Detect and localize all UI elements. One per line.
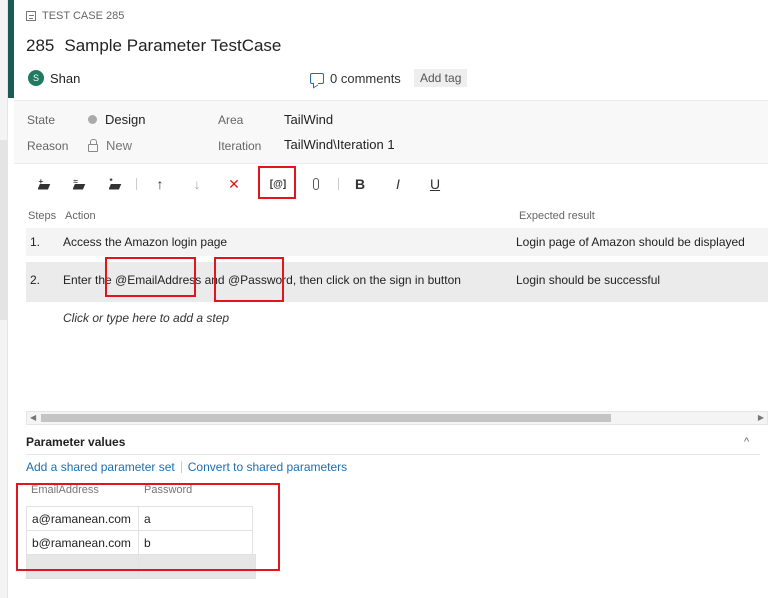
reason-field: New: [88, 138, 132, 153]
toolbar-divider: [338, 178, 339, 190]
step-number: 2.: [30, 273, 41, 287]
comments-link[interactable]: 0 comments: [310, 71, 401, 86]
left-strip: [0, 0, 14, 598]
insert-parameter-button[interactable]: [@]: [268, 174, 288, 194]
col-expected: Expected result: [519, 210, 595, 222]
create-shared-steps-button[interactable]: *: [105, 174, 125, 194]
param-cell[interactable]: b@ramanean.com: [26, 530, 139, 555]
param-cell[interactable]: a@ramanean.com: [26, 506, 139, 531]
step-number: 1.: [30, 235, 41, 249]
state-value: Design: [105, 112, 146, 127]
work-item-title-text[interactable]: Sample Parameter TestCase: [64, 36, 281, 55]
insert-step-icon: +: [37, 177, 51, 190]
add-tag-button[interactable]: Add tag: [414, 69, 468, 87]
step-action[interactable]: Access the Amazon login page: [63, 235, 227, 249]
action-text-post: , then click on the sign in button: [292, 273, 461, 287]
reason-label: Reason: [27, 139, 69, 153]
work-item-title[interactable]: 285 Sample Parameter TestCase: [26, 36, 281, 56]
parameter-actions: Add a shared parameter set Convert to sh…: [26, 460, 347, 474]
param-header-password: Password: [144, 484, 193, 496]
work-item-id: 285: [26, 36, 55, 55]
insert-shared-steps-button[interactable]: ≈: [69, 174, 89, 194]
param-cell-empty[interactable]: [26, 554, 139, 579]
assignee[interactable]: S Shan: [28, 70, 80, 86]
work-item-type: TEST CASE 285: [26, 10, 124, 22]
col-action: Action: [65, 210, 96, 222]
divider: [26, 454, 760, 455]
comment-icon: [310, 73, 324, 84]
param-header-email: EmailAddress: [31, 484, 99, 496]
italic-button[interactable]: I: [388, 174, 408, 194]
toolbar-divider: [136, 178, 137, 190]
scroll-left-icon[interactable]: ◀: [30, 412, 36, 424]
step-expected[interactable]: Login should be successful: [516, 273, 660, 287]
comments-count: 0 comments: [330, 71, 401, 86]
test-case-icon: [26, 11, 36, 21]
convert-to-shared-parameters-link[interactable]: Convert to shared parameters: [188, 460, 347, 474]
avatar: S: [28, 70, 44, 86]
bold-button[interactable]: B: [350, 174, 370, 194]
step-expected[interactable]: Login page of Amazon should be displayed: [516, 235, 745, 249]
add-shared-parameter-set-link[interactable]: Add a shared parameter set: [26, 460, 175, 474]
fields-panel: State Design Reason New Area TailWind It…: [14, 100, 768, 164]
reason-value: New: [106, 138, 133, 153]
insert-shared-steps-icon: ≈: [72, 177, 86, 190]
param-email: @EmailAddress: [115, 273, 202, 287]
step-row[interactable]: 1. Access the Amazon login page Login pa…: [26, 228, 768, 256]
attachment-button[interactable]: [306, 174, 326, 194]
add-step-prompt[interactable]: Click or type here to add a step: [63, 311, 229, 325]
scrollbar-thumb[interactable]: [41, 414, 611, 422]
state-dot-icon: [88, 115, 97, 124]
paperclip-icon: [313, 178, 319, 190]
steps-toolbar: + ≈ * ↑ ↓ ✕ [@] B I U: [14, 168, 768, 200]
action-text-pre: Enter the: [63, 273, 116, 287]
work-item-header: TEST CASE 285 285 Sample Parameter TestCa…: [14, 0, 768, 100]
chevron-up-icon[interactable]: ^: [744, 436, 749, 448]
col-steps: Steps: [28, 210, 57, 222]
link-divider: [180, 461, 182, 473]
delete-step-button[interactable]: ✕: [224, 174, 244, 194]
horizontal-scrollbar[interactable]: ◀ ▶: [26, 411, 768, 425]
work-item-type-label: TEST CASE 285: [42, 10, 125, 22]
assignee-name: Shan: [50, 70, 81, 86]
step-action[interactable]: Enter the @EmailAddress and @Password, t…: [63, 273, 461, 287]
state-label: State: [27, 113, 56, 127]
move-up-button[interactable]: ↑: [150, 174, 170, 194]
action-text-mid: and: [201, 273, 228, 287]
param-password: @Password: [227, 273, 293, 287]
move-down-button[interactable]: ↓: [187, 174, 207, 194]
underline-button[interactable]: U: [425, 174, 445, 194]
parameter-values-title: Parameter values: [26, 435, 126, 449]
iteration-field[interactable]: TailWind\Iteration 1: [284, 137, 395, 152]
lock-icon: [88, 138, 98, 152]
param-cell[interactable]: b: [138, 530, 253, 555]
insert-step-button[interactable]: +: [34, 174, 54, 194]
left-gray-band: [0, 140, 8, 320]
scroll-right-icon[interactable]: ▶: [758, 412, 764, 424]
step-row[interactable]: 2. Enter the @EmailAddress and @Password…: [26, 262, 768, 302]
iteration-label: Iteration: [218, 139, 262, 153]
create-shared-steps-icon: *: [108, 177, 122, 190]
param-cell[interactable]: a: [138, 506, 253, 531]
area-field[interactable]: TailWind: [284, 112, 333, 127]
param-cell-empty[interactable]: [138, 554, 256, 579]
area-label: Area: [218, 113, 244, 127]
state-field[interactable]: Design: [88, 112, 145, 127]
